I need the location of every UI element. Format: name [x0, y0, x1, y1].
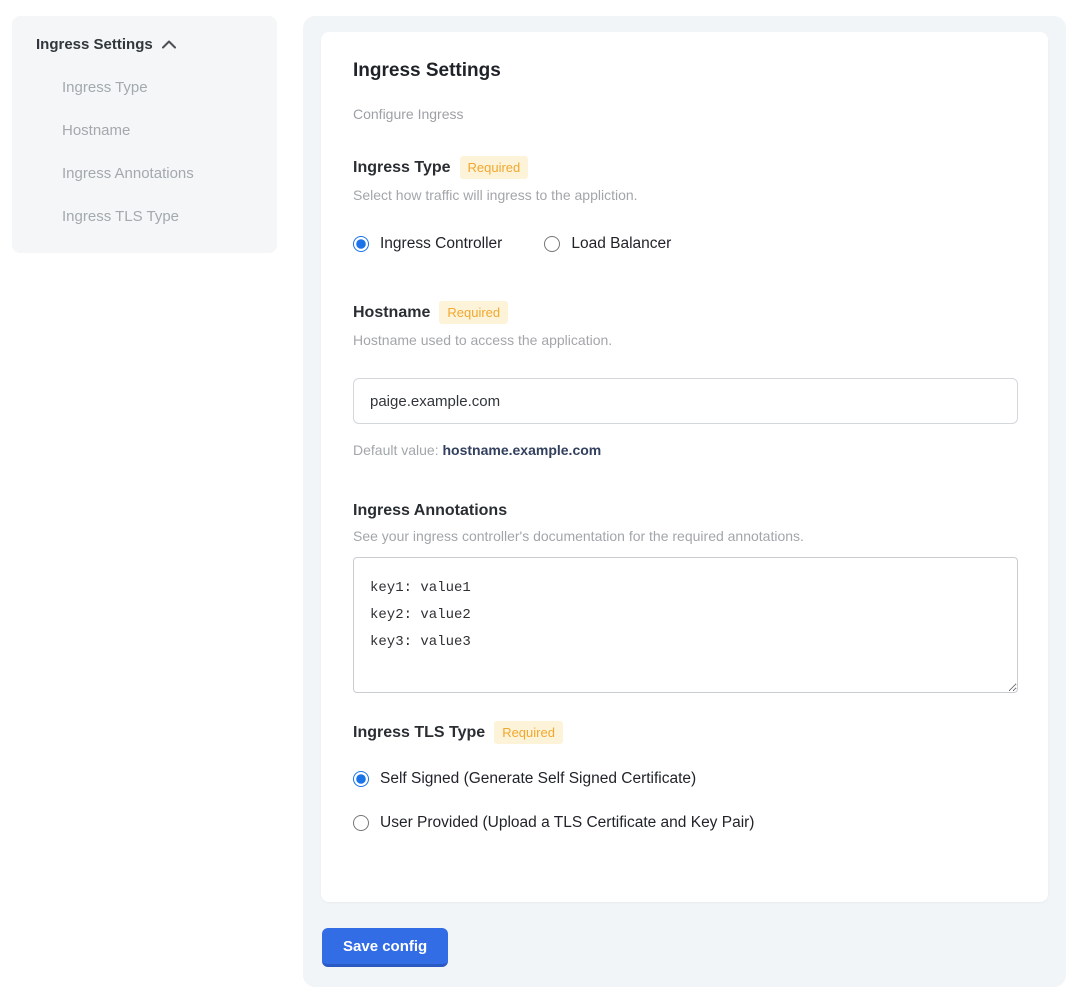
hostname-default-line: Default value: hostname.example.com — [353, 442, 1018, 458]
chevron-up-icon[interactable] — [162, 36, 176, 53]
section-ingress-type: Ingress Type Required Select how traffic… — [353, 156, 1018, 253]
sidebar-item-ingress-type[interactable]: Ingress Type — [62, 79, 261, 96]
ingress-type-help-text: Select how traffic will ingress to the a… — [353, 187, 1018, 203]
hostname-heading-row: Hostname Required — [353, 301, 1018, 324]
ingress-type-heading-row: Ingress Type Required — [353, 156, 1018, 179]
tls-heading: Ingress TLS Type — [353, 724, 485, 742]
radio-label[interactable]: User Provided (Upload a TLS Certificate … — [380, 814, 754, 832]
default-value-text: hostname.example.com — [443, 442, 602, 458]
section-ingress-annotations: Ingress Annotations See your ingress con… — [353, 502, 1018, 693]
config-page: Ingress Settings Ingress Type Hostname I… — [0, 0, 1090, 987]
annotations-heading: Ingress Annotations — [353, 502, 507, 520]
hostname-help-text: Hostname used to access the application. — [353, 332, 1018, 348]
user-provided-radio[interactable] — [353, 815, 369, 831]
page-title: Ingress Settings — [353, 60, 1018, 82]
self-signed-radio[interactable] — [353, 771, 369, 787]
config-card: Ingress Settings Configure Ingress Ingre… — [321, 32, 1048, 902]
required-badge: Required — [460, 156, 529, 179]
load-balancer-radio[interactable] — [544, 236, 560, 252]
default-value-prefix: Default value: — [353, 442, 443, 458]
sidebar-item-list: Ingress Type Hostname Ingress Annotation… — [36, 79, 261, 225]
save-config-button[interactable]: Save config — [322, 928, 448, 967]
radio-option-ingress-controller[interactable]: Ingress Controller — [353, 235, 502, 253]
required-badge: Required — [494, 721, 563, 744]
required-badge: Required — [439, 301, 508, 324]
annotations-heading-row: Ingress Annotations — [353, 502, 1018, 520]
annotations-textarea[interactable]: key1: value1 key2: value2 key3: value3 — [353, 557, 1018, 693]
radio-option-self-signed[interactable]: Self Signed (Generate Self Signed Certif… — [353, 770, 1018, 788]
config-groups-sidebar: Ingress Settings Ingress Type Hostname I… — [12, 16, 277, 253]
sidebar-group-header-ingress-settings[interactable]: Ingress Settings — [36, 36, 261, 53]
radio-option-load-balancer[interactable]: Load Balancer — [544, 235, 671, 253]
sidebar-group-title: Ingress Settings — [36, 36, 153, 53]
annotations-help-text: See your ingress controller's documentat… — [353, 528, 1018, 544]
radio-label[interactable]: Ingress Controller — [380, 235, 502, 253]
radio-option-user-provided[interactable]: User Provided (Upload a TLS Certificate … — [353, 814, 1018, 832]
radio-label[interactable]: Self Signed (Generate Self Signed Certif… — [380, 770, 696, 788]
section-hostname: Hostname Required Hostname used to acces… — [353, 301, 1018, 458]
ingress-type-heading: Ingress Type — [353, 159, 451, 177]
hostname-input[interactable] — [353, 378, 1018, 424]
hostname-heading: Hostname — [353, 304, 430, 322]
config-main-panel: Ingress Settings Configure Ingress Ingre… — [303, 16, 1066, 987]
sidebar-item-ingress-tls-type[interactable]: Ingress TLS Type — [62, 208, 261, 225]
tls-radio-group: Self Signed (Generate Self Signed Certif… — [353, 770, 1018, 832]
ingress-type-radio-group: Ingress Controller Load Balancer — [353, 235, 1018, 253]
sidebar-item-hostname[interactable]: Hostname — [62, 122, 261, 139]
ingress-controller-radio[interactable] — [353, 236, 369, 252]
tls-heading-row: Ingress TLS Type Required — [353, 721, 1018, 744]
section-ingress-tls-type: Ingress TLS Type Required Self Signed (G… — [353, 721, 1018, 832]
page-subtitle: Configure Ingress — [353, 106, 1018, 122]
radio-label[interactable]: Load Balancer — [571, 235, 671, 253]
sidebar-item-ingress-annotations[interactable]: Ingress Annotations — [62, 165, 261, 182]
